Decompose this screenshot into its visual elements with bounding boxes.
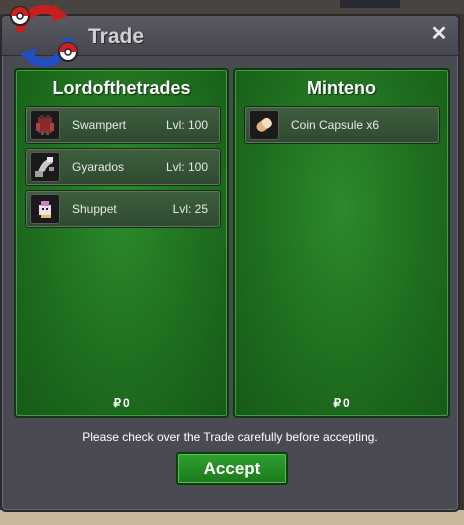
my-money-amount: 0: [122, 396, 130, 410]
offer-item-shuppet[interactable]: Shuppet Lvl: 25: [25, 190, 221, 228]
offer-item-coin-capsule[interactable]: Coin Capsule x6: [244, 106, 440, 144]
trade-window: Trade ✕ Lordofthetrades Swampert Lvl: 10…: [0, 4, 460, 512]
item-level: Lvl: 25: [172, 202, 208, 216]
partner-player-name: Minteno: [307, 78, 376, 98]
item-level: Lvl: 100: [165, 118, 208, 132]
item-name: Gyarados: [72, 160, 125, 174]
partner-money-amount: 0: [342, 396, 350, 410]
my-player-name: Lordofthetrades: [52, 78, 191, 98]
item-name: Shuppet: [72, 202, 117, 216]
my-money: ₽0: [16, 396, 227, 410]
pokedollar-icon: ₽: [113, 396, 121, 410]
offer-item-gyarados[interactable]: Gyarados Lvl: 100: [25, 148, 221, 186]
trade-notice: Please check over the Trade carefully be…: [82, 430, 378, 444]
shuppet-icon: [30, 194, 60, 224]
trade-arrows-icon: [10, 4, 78, 67]
swampert-icon: [30, 110, 60, 140]
partner-offer-panel: Minteno Coin Capsule x6 ₽0: [233, 68, 450, 418]
item-name: Swampert: [72, 118, 127, 132]
window-title: Trade: [88, 25, 145, 48]
accept-button[interactable]: Accept: [176, 452, 288, 485]
gyarados-icon: [30, 152, 60, 182]
my-offer-panel: Lordofthetrades Swampert Lvl: 100 Gyarad…: [14, 68, 229, 418]
partner-money: ₽0: [235, 396, 448, 410]
item-name: Coin Capsule x6: [291, 118, 380, 132]
game-background-bottom: [0, 510, 464, 525]
coin-capsule-icon: [249, 110, 279, 140]
offer-item-swampert[interactable]: Swampert Lvl: 100: [25, 106, 221, 144]
close-button[interactable]: ✕: [428, 23, 450, 45]
pokedollar-icon: ₽: [333, 396, 341, 410]
item-level: Lvl: 100: [165, 160, 208, 174]
